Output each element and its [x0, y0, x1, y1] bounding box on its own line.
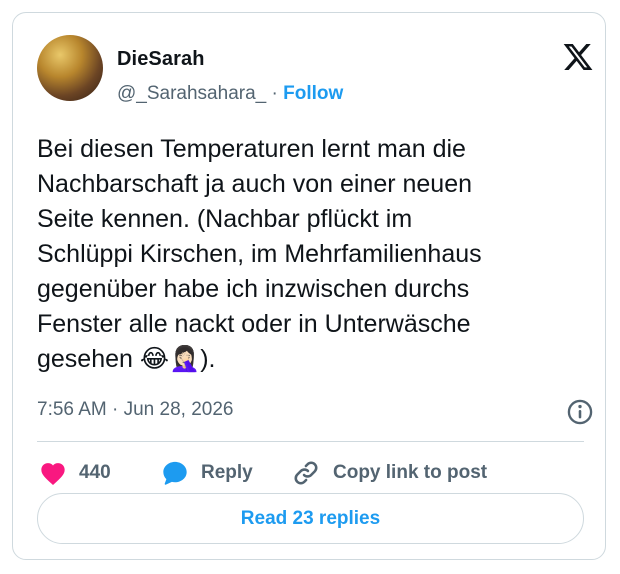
divider — [37, 441, 584, 442]
read-replies-button[interactable]: Read 23 replies — [37, 493, 584, 544]
link-icon — [294, 461, 318, 485]
like-count: 440 — [79, 462, 111, 483]
reply-label: Reply — [201, 462, 253, 483]
tweet-time: 7:56 AM — [37, 399, 107, 420]
heart-icon — [41, 463, 65, 486]
copy-link-label: Copy link to post — [333, 462, 488, 483]
author-handle[interactable]: @_Sarahsahara_ — [117, 83, 266, 104]
x-logo-icon[interactable] — [562, 41, 594, 73]
info-icon[interactable] — [566, 398, 594, 426]
copy-link-button[interactable]: Copy link to post — [291, 459, 487, 487]
reply-button[interactable]: Reply — [161, 459, 253, 487]
follow-link[interactable]: Follow — [283, 83, 343, 104]
like-button[interactable]: 440 — [39, 459, 111, 487]
tweet-card: DieSarah @_Sarahsahara_ · Follow Bei die… — [12, 12, 606, 560]
handle-separator: · — [271, 83, 278, 104]
tweet-text: Bei diesen Temperaturen lernt man die Na… — [37, 135, 482, 373]
avatar[interactable] — [37, 35, 103, 101]
author-display-name[interactable]: DieSarah — [117, 48, 205, 71]
speech-bubble-icon — [163, 461, 187, 485]
author-handle-line: @_Sarahsahara_ · Follow — [117, 83, 343, 105]
date-separator: · — [112, 399, 119, 420]
tweet-timestamp[interactable]: 7:56 AM · Jun 28, 2026 — [37, 399, 233, 421]
tweet-date: Jun 28, 2026 — [123, 399, 234, 420]
